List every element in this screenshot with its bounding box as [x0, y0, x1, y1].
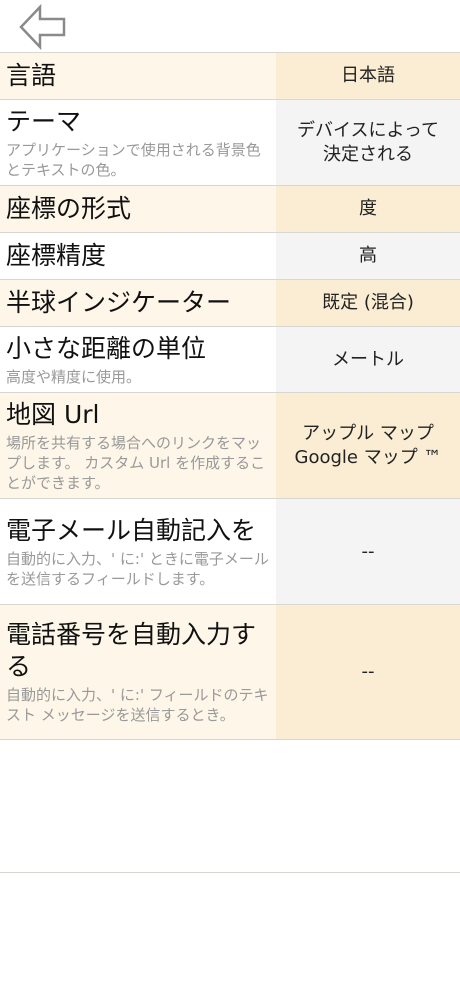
setting-title: 小さな距離の単位 — [6, 333, 207, 363]
setting-title: 電子メール自動記入を — [6, 515, 257, 545]
setting-row-hemisphere-indicator[interactable]: 半球インジケーター 既定 (混合) — [0, 280, 460, 327]
setting-title: 座標精度 — [6, 241, 107, 270]
setting-description: 高度や精度に使用。 — [6, 367, 142, 386]
setting-value: アップル マップ Google マップ ™ — [276, 393, 460, 498]
setting-description: 場所を共有する場合へのリンクをマップします。 カスタム Url を作成することが… — [6, 433, 266, 492]
setting-row-map-url[interactable]: 地図 Url 場所を共有する場合へのリンクをマップします。 カスタム Url を… — [0, 393, 460, 499]
setting-description: 自動的に入力、' に:' ときに電子メールを送信するフィールドします。 — [6, 549, 269, 588]
setting-title: 座標の形式 — [6, 194, 132, 223]
setting-value: 度 — [276, 186, 460, 232]
setting-row-email-autofill[interactable]: 電子メール自動記入を 自動的に入力、' に:' ときに電子メールを送信するフィー… — [0, 499, 460, 605]
setting-row-coordinate-format[interactable]: 座標の形式 度 — [0, 186, 460, 233]
setting-row-coordinate-precision[interactable]: 座標精度 高 — [0, 233, 460, 280]
setting-title: 半球インジケーター — [6, 288, 232, 317]
top-bar — [0, 0, 460, 52]
setting-row-theme[interactable]: テーマ アプリケーションで使用される背景色とテキストの色。 デバイスによって 決… — [0, 100, 460, 186]
setting-value: -- — [276, 499, 460, 604]
setting-description: アプリケーションで使用される背景色とテキストの色。 — [6, 140, 261, 179]
setting-value: 既定 (混合) — [276, 280, 460, 326]
setting-row-phone-autofill[interactable]: 電話番号を自動入力する 自動的に入力、' に:' フィールドのテキスト メッセー… — [0, 605, 460, 740]
setting-title: 言語 — [6, 61, 57, 90]
setting-title: 地図 Url — [6, 399, 100, 429]
setting-title: 電話番号を自動入力する — [6, 620, 257, 681]
setting-description: 自動的に入力、' に:' フィールドのテキスト メッセージを送信するとき。 — [6, 686, 269, 724]
setting-value: 日本語 — [276, 53, 460, 99]
back-button[interactable] — [14, 3, 70, 51]
setting-value: メートル — [276, 327, 460, 392]
setting-title: テーマ — [6, 106, 82, 136]
divider — [0, 872, 460, 873]
settings-list: 言語 日本語 テーマ アプリケーションで使用される背景色とテキストの色。 デバイ… — [0, 52, 460, 740]
setting-row-language[interactable]: 言語 日本語 — [0, 53, 460, 100]
arrow-left-icon — [19, 3, 66, 51]
setting-value: 高 — [276, 233, 460, 279]
setting-row-small-distance-unit[interactable]: 小さな距離の単位 高度や精度に使用。 メートル — [0, 327, 460, 393]
setting-value: デバイスによって 決定される — [276, 100, 460, 185]
setting-value: -- — [276, 605, 460, 739]
